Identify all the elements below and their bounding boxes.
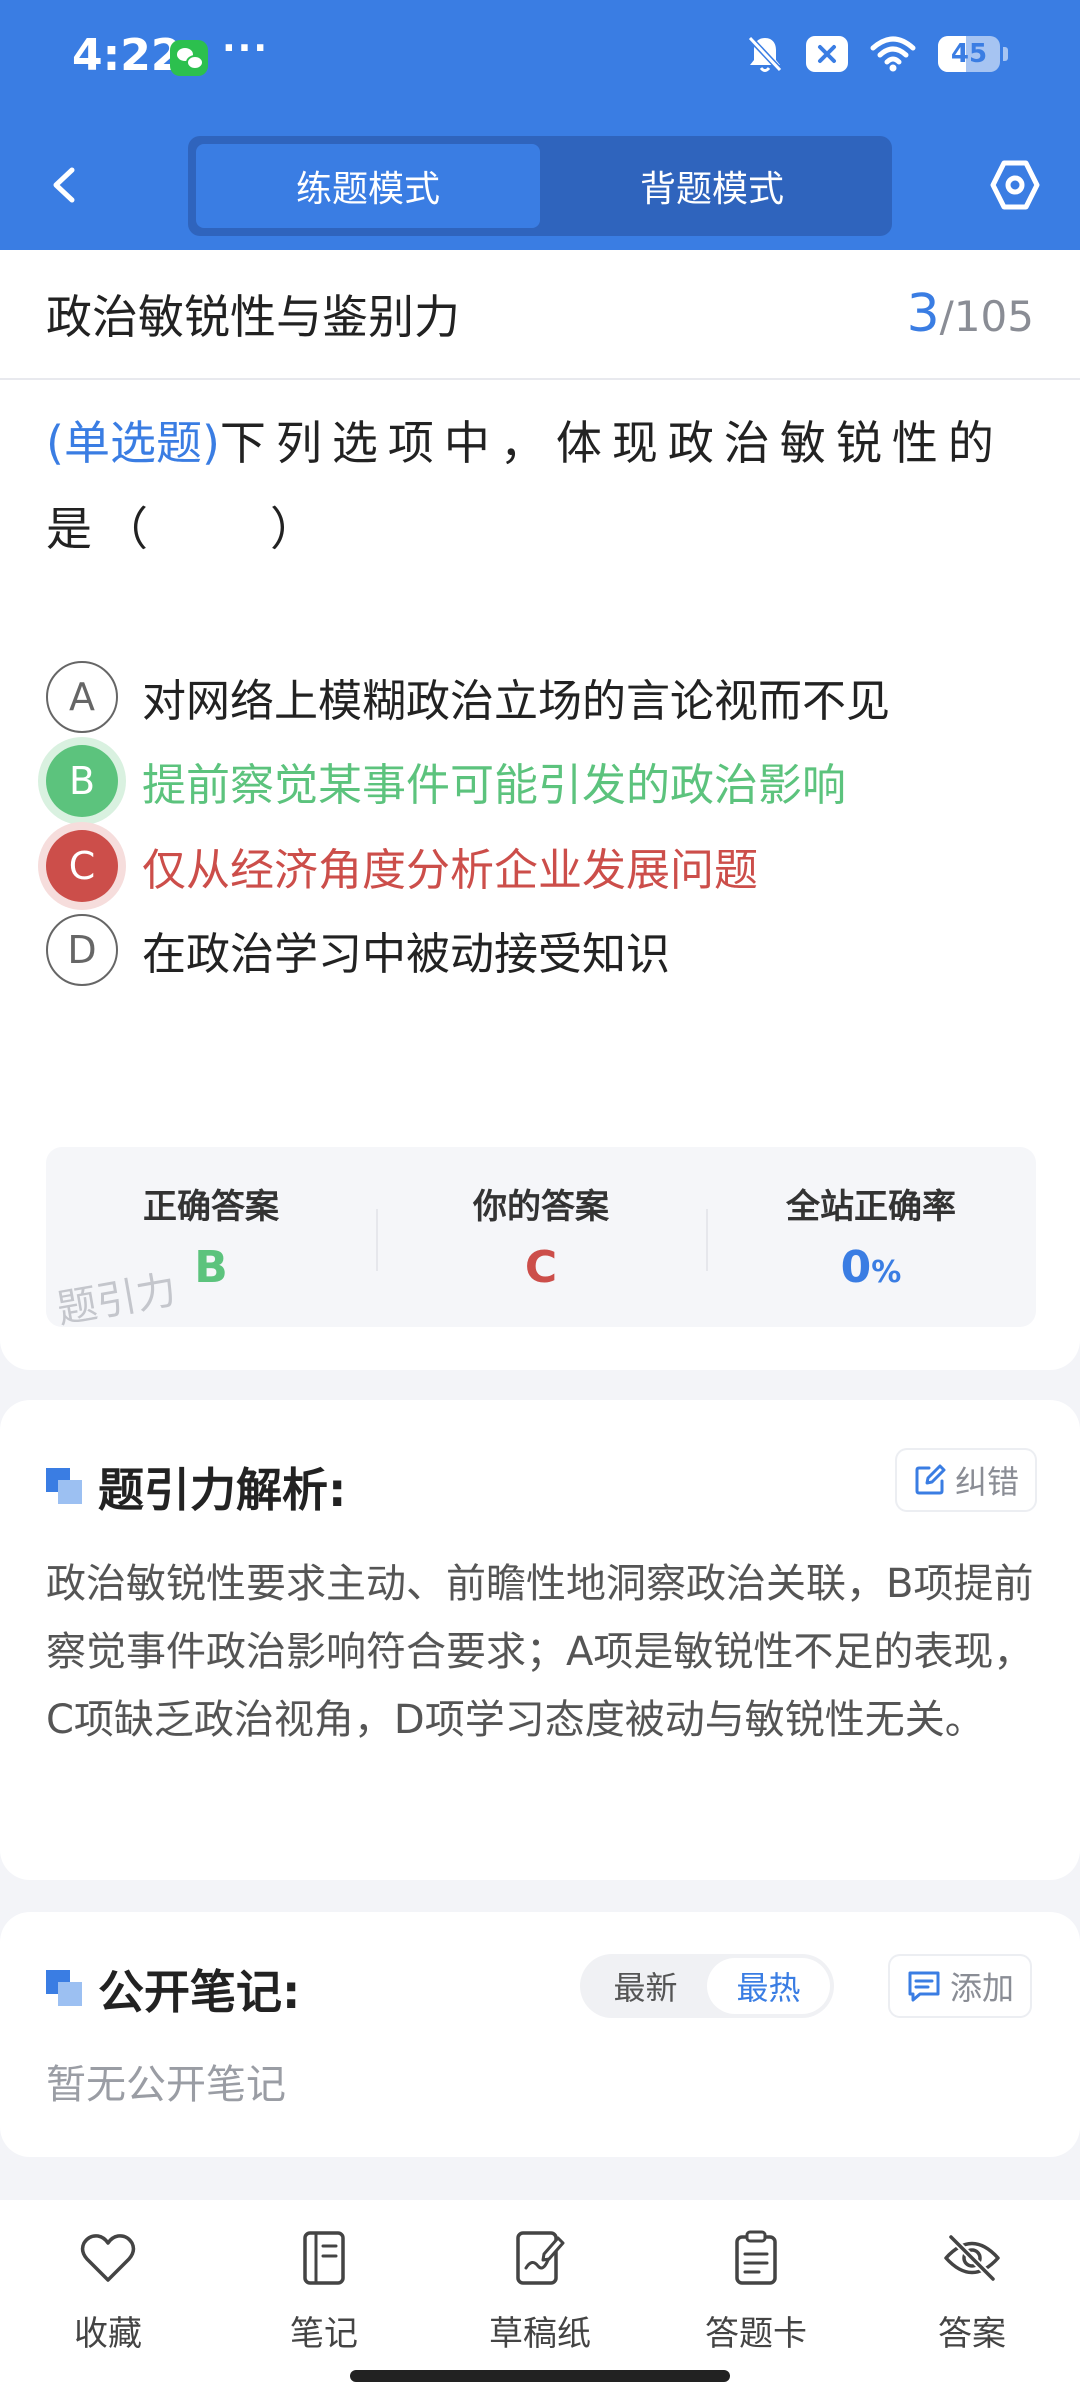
more-notifications-icon: ···: [222, 28, 270, 69]
option-letter: A: [46, 661, 118, 733]
edit-icon: [915, 1464, 946, 1495]
public-notes-card: 公开笔记: 最新 最热 添加 暂无公开笔记: [0, 1912, 1080, 2157]
analysis-title-text: 题引力解析:: [98, 1463, 347, 1517]
analysis-title: 题引力解析:: [46, 1454, 346, 1520]
option-text: 对网络上模糊政治立场的言论视而不见: [142, 676, 890, 727]
notes-label: 笔记: [290, 2314, 358, 2354]
watermark: 题引力: [53, 1266, 180, 1334]
clipboard-icon: [726, 2228, 786, 2288]
your-answer-block: 你的答案 C: [376, 1147, 706, 1327]
question-category: 政治敏锐性与鉴别力: [46, 290, 460, 344]
back-button[interactable]: [40, 150, 90, 220]
your-answer-label: 你的答案: [473, 1187, 609, 1227]
correct-answer-label: 正确答案: [143, 1187, 279, 1227]
accuracy-value: 0%: [841, 1242, 902, 1293]
mode-tabs: 练题模式 背题模式: [188, 136, 892, 236]
draft-icon: [510, 2228, 570, 2288]
show-answer-label: 答案: [938, 2314, 1006, 2354]
answer-summary: 正确答案 B 题引力 你的答案 C 全站正确率 0%: [46, 1147, 1036, 1333]
status-icons: 45: [746, 34, 1008, 74]
tab-memorize-mode[interactable]: 背题模式: [540, 144, 884, 228]
settings-button[interactable]: [985, 150, 1045, 220]
app-header: 4:22 ··· 45 练题模式 背题模式: [0, 0, 1080, 250]
favorite-label: 收藏: [74, 2314, 142, 2354]
notes-sort-toggle: 最新 最热: [580, 1954, 834, 2018]
sort-hottest[interactable]: 最热: [707, 1958, 830, 2014]
home-indicator[interactable]: [350, 2370, 730, 2382]
draft-paper-label: 草稿纸: [489, 2314, 591, 2354]
option-letter: C: [46, 830, 118, 902]
battery-icon: 45: [938, 36, 1008, 72]
heart-icon: [78, 2228, 138, 2288]
answer-sheet-label: 答题卡: [705, 2314, 807, 2354]
option-text: 仅从经济角度分析企业发展问题: [142, 845, 758, 896]
option-text: 在政治学习中被动接受知识: [142, 929, 670, 980]
favorite-button[interactable]: 收藏: [0, 2200, 216, 2400]
close-box-icon: [806, 36, 848, 72]
your-answer-value: C: [524, 1242, 558, 1293]
accuracy-block: 全站正确率 0%: [706, 1147, 1036, 1327]
battery-level: 45: [950, 39, 988, 69]
tab-practice-mode[interactable]: 练题模式: [196, 144, 540, 228]
option-letter: D: [46, 914, 118, 986]
notes-title-text: 公开笔记:: [98, 1965, 301, 2019]
notebook-icon: [294, 2228, 354, 2288]
report-error-label: 纠错: [955, 1463, 1020, 1501]
total-questions: /105: [939, 292, 1034, 341]
question-text-block: (单选题)下列选项中，体现政治敏锐性的是（ ）: [46, 400, 1036, 572]
correct-answer-value: B: [194, 1242, 228, 1293]
option-a[interactable]: A 对网络上模糊政治立场的言论视而不见: [46, 657, 1036, 737]
accuracy-number: 0: [840, 1242, 872, 1293]
wechat-icon: [170, 40, 208, 76]
analysis-text: 政治敏锐性要求主动、前瞻性地洞察政治关联，B项提前察觉事件政治影响符合要求；A项…: [46, 1561, 1034, 1743]
question-card: 政治敏锐性与鉴别力 3/105 (单选题)下列选项中，体现政治敏锐性的是（ ） …: [0, 250, 1080, 1370]
correct-answer-block: 正确答案 B 题引力: [46, 1147, 376, 1333]
eye-off-icon: [942, 2228, 1002, 2288]
wifi-icon: [870, 36, 916, 72]
section-icon: [46, 1970, 84, 2008]
accuracy-unit: %: [871, 1255, 902, 1290]
accuracy-label: 全站正确率: [786, 1187, 956, 1227]
analysis-card: 题引力解析: 纠错 政治敏锐性要求主动、前瞻性地洞察政治关联，B项提前察觉事件政…: [0, 1400, 1080, 1880]
status-time: 4:22: [72, 30, 182, 81]
option-letter: B: [46, 745, 118, 817]
comment-icon: [908, 1971, 940, 2002]
sort-latest[interactable]: 最新: [584, 1958, 707, 2014]
current-question-number: 3: [906, 284, 940, 344]
chevron-left-icon: [53, 167, 75, 203]
add-note-label: 添加: [950, 1969, 1015, 2007]
question-progress[interactable]: 3/105: [907, 284, 1034, 344]
add-note-button[interactable]: 添加: [890, 1956, 1031, 2016]
bell-off-icon: [747, 35, 783, 73]
question-type: (单选题): [46, 416, 220, 470]
option-text: 提前察觉某事件可能引发的政治影响: [142, 760, 846, 811]
notes-title: 公开笔记:: [46, 1956, 300, 2022]
question-header: 政治敏锐性与鉴别力 3/105: [0, 250, 1080, 380]
option-d[interactable]: D 在政治学习中被动接受知识: [46, 910, 1036, 990]
empty-notes-text: 暂无公开笔记: [46, 2062, 286, 2108]
report-error-button[interactable]: 纠错: [897, 1450, 1036, 1510]
section-icon: [46, 1468, 84, 1506]
show-answer-button[interactable]: 答案: [864, 2200, 1080, 2400]
option-b[interactable]: B 提前察觉某事件可能引发的政治影响: [46, 741, 1036, 821]
settings-hexagon-icon: [990, 160, 1040, 210]
option-c[interactable]: C 仅从经济角度分析企业发展问题: [46, 826, 1036, 906]
